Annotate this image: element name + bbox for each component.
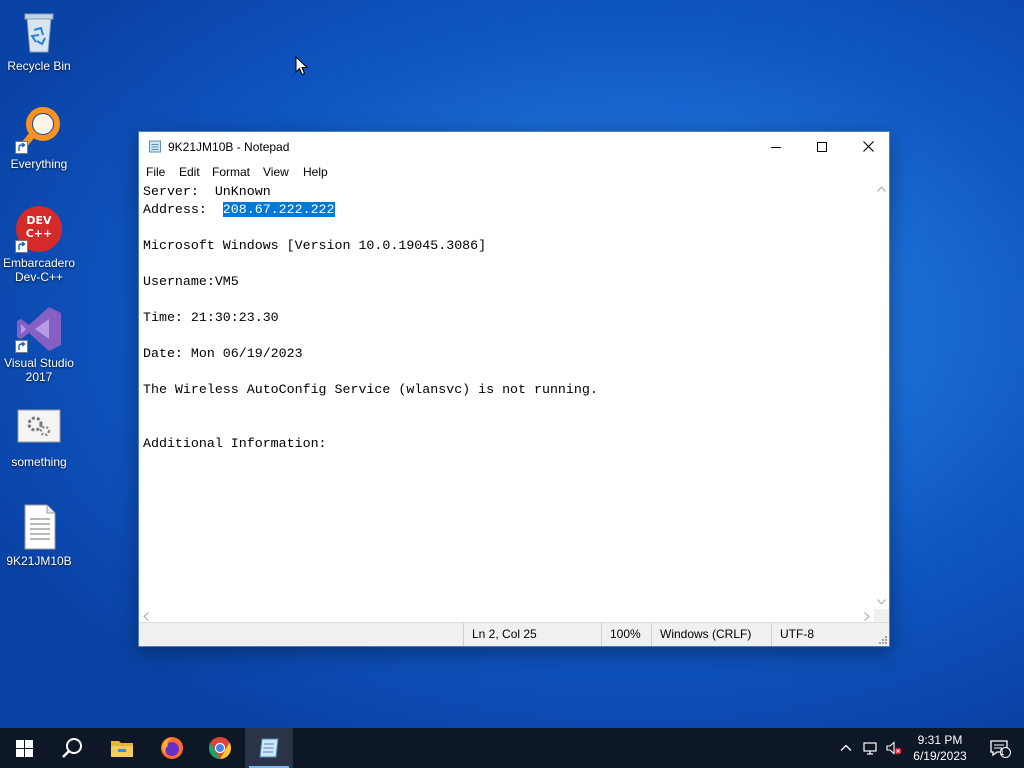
menu-help[interactable]: Help: [303, 165, 328, 179]
vertical-scrollbar[interactable]: [874, 182, 889, 609]
clock-time: 9:31 PM: [917, 733, 963, 747]
desktop-icon-dev-cpp[interactable]: DEV C++ Embarcadero Dev-C++: [1, 205, 77, 284]
shortcut-arrow-icon: [15, 240, 28, 253]
notepad-icon: [149, 140, 161, 153]
minimize-button[interactable]: [753, 132, 799, 161]
desktop-icon-label: something: [11, 455, 67, 469]
desktop-icon-text-file[interactable]: 9K21JM10B: [1, 503, 77, 568]
menu-format[interactable]: Format: [212, 165, 250, 179]
file-explorer-icon: [111, 741, 133, 757]
scroll-up-icon[interactable]: [877, 186, 886, 192]
start-button[interactable]: [0, 728, 48, 768]
dev-cpp-badge-text: DEV C++: [25, 214, 53, 240]
mouse-cursor-icon: [295, 56, 308, 76]
text-line-address-label: Address:: [143, 202, 223, 217]
system-clock[interactable]: 9:31 PM 6/19/2023: [905, 732, 975, 764]
window-title: 9K21JM10B - Notepad: [168, 140, 290, 154]
selected-text: 208.67.222.222: [222, 202, 335, 217]
dev-cpp-icon: DEV C++: [15, 205, 63, 253]
desktop-icon-label: Everything: [10, 157, 68, 171]
network-icon[interactable]: [862, 740, 878, 756]
menu-view[interactable]: View: [263, 165, 289, 179]
notification-count-badge: 1: [999, 747, 1005, 757]
settings-file-icon: [15, 404, 63, 452]
action-center-button[interactable]: 1: [976, 728, 1024, 768]
close-icon: [862, 141, 874, 152]
shortcut-arrow-icon: [15, 340, 28, 353]
desktop-icon-everything[interactable]: Everything: [1, 106, 77, 171]
status-bar: Ln 2, Col 25 100% Windows (CRLF) UTF-8: [139, 622, 889, 646]
taskbar-file-explorer[interactable]: [98, 728, 146, 768]
magnifier-icon: [15, 106, 63, 154]
minimize-icon: [771, 146, 781, 148]
scroll-down-icon[interactable]: [877, 599, 886, 605]
taskbar-firefox[interactable]: [148, 728, 196, 768]
desktop-icon-label: 9K21JM10B: [6, 554, 72, 568]
close-button[interactable]: [845, 132, 891, 161]
text-editor[interactable]: Server: UnKnown Address: 208.67.222.222 …: [139, 182, 874, 609]
menu-file[interactable]: File: [146, 165, 165, 179]
maximize-button[interactable]: [799, 132, 845, 161]
text-file-icon: [15, 503, 63, 551]
volume-muted-icon[interactable]: [886, 740, 902, 756]
visual-studio-icon: [15, 305, 63, 353]
scroll-left-icon[interactable]: [143, 612, 149, 621]
clock-date: 6/19/2023: [913, 749, 967, 763]
taskbar-notepad[interactable]: [245, 728, 293, 768]
search-icon: [62, 738, 82, 758]
desktop-icon-recycle-bin[interactable]: Recycle Bin: [1, 8, 77, 73]
notepad-window[interactable]: 9K21JM10B - Notepad File Edit Format Vie…: [138, 131, 890, 647]
text-body: Microsoft Windows [Version 10.0.19045.30…: [143, 238, 598, 451]
desktop-icon-label: Recycle Bin: [7, 59, 71, 73]
shortcut-arrow-icon: [15, 141, 28, 154]
resize-grip-icon[interactable]: [877, 634, 887, 644]
desktop-icon-something[interactable]: something: [1, 404, 77, 469]
maximize-icon: [817, 141, 827, 152]
chevron-up-icon[interactable]: [838, 740, 854, 756]
taskbar-chrome[interactable]: [196, 728, 244, 768]
chrome-icon: [209, 737, 231, 759]
status-cursor-position: Ln 2, Col 25: [463, 623, 601, 646]
title-bar[interactable]: 9K21JM10B - Notepad: [139, 132, 889, 161]
taskbar: 9:31 PM 6/19/2023 1: [0, 728, 1024, 768]
desktop-icon-label: Embarcadero Dev-C++: [2, 256, 76, 284]
status-encoding: UTF-8: [771, 623, 873, 646]
windows-start-icon: [15, 739, 33, 757]
status-line-ending: Windows (CRLF): [651, 623, 771, 646]
text-line-server: Server: UnKnown: [143, 184, 271, 199]
menu-bar: File Edit Format View Help: [139, 162, 889, 182]
firefox-icon: [161, 737, 183, 759]
menu-edit[interactable]: Edit: [179, 165, 200, 179]
desktop-icon-visual-studio[interactable]: Visual Studio 2017: [1, 305, 77, 384]
search-button[interactable]: [48, 728, 96, 768]
scroll-right-icon[interactable]: [864, 612, 870, 621]
recycle-bin-icon: [15, 8, 63, 56]
notepad-icon: [259, 738, 279, 758]
status-zoom: 100%: [601, 623, 651, 646]
desktop-icon-label: Visual Studio 2017: [4, 356, 74, 384]
